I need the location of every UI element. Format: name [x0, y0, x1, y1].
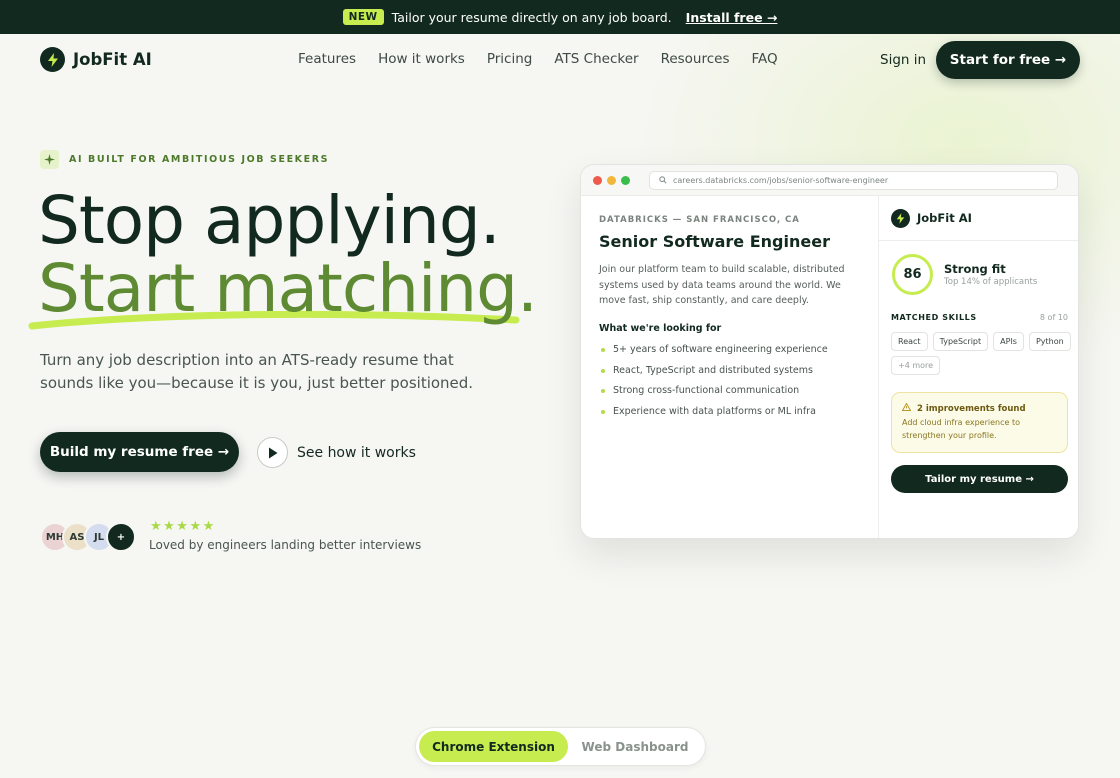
announcement-text: Tailor your resume directly on any job b…	[391, 9, 672, 25]
skills-count: 8 of 10	[1039, 313, 1068, 322]
improvements-body: Add cloud infra experience to strengthen…	[902, 418, 1020, 440]
nav-features[interactable]: Features	[298, 51, 356, 67]
sparkle-icon	[40, 150, 59, 169]
skill-chip: TypeScript	[932, 332, 989, 351]
skill-chips: React TypeScript APIs Python +4 more	[891, 332, 1071, 375]
nav-faq[interactable]: FAQ	[752, 51, 778, 67]
improvements-alert: 2 improvements found Add cloud infra exp…	[891, 392, 1068, 453]
tab-web-dashboard[interactable]: Web Dashboard	[568, 731, 702, 762]
nav-ats-checker[interactable]: ATS Checker	[554, 51, 638, 67]
skill-chip: React	[891, 332, 928, 351]
see-how-it-works-button[interactable]: See how it works	[257, 437, 416, 468]
close-dot	[593, 176, 602, 185]
fit-subtext: Top 14% of applicants	[944, 277, 1038, 287]
play-icon	[257, 437, 288, 468]
headline-line-2: Start matching.	[38, 250, 538, 327]
install-free-link[interactable]: Install free →	[686, 10, 778, 25]
list-item: Experience with data platforms or ML inf…	[601, 406, 828, 427]
user-avatars: MH AS JL +	[40, 522, 136, 552]
skill-chip: Python	[1028, 332, 1071, 351]
nav-how-it-works[interactable]: How it works	[378, 51, 465, 67]
address-bar[interactable]: careers.databricks.com/jobs/senior-softw…	[649, 171, 1058, 190]
more-users-avatar: +	[106, 522, 136, 552]
tailor-resume-button[interactable]: Tailor my resume →	[891, 465, 1068, 493]
maximize-dot	[621, 176, 630, 185]
skill-chip: APIs	[993, 332, 1024, 351]
eyebrow-text: AI BUILT FOR AMBITIOUS JOB SEEKERS	[69, 154, 330, 165]
social-proof-text: Loved by engineers landing better interv…	[149, 538, 422, 552]
brand-logo[interactable]: JobFit AI	[40, 47, 152, 72]
warning-icon	[901, 402, 912, 414]
nav-pricing[interactable]: Pricing	[487, 51, 533, 67]
lightning-icon	[891, 209, 910, 228]
build-resume-button[interactable]: Build my resume free →	[40, 432, 239, 472]
requirements-heading: What we're looking for	[599, 323, 722, 334]
more-skills-chip[interactable]: +4 more	[891, 356, 941, 375]
jobfit-extension-panel: JobFit AI 86 Strong fit Top 14% of appli…	[878, 196, 1078, 538]
main-nav: Features How it works Pricing ATS Checke…	[298, 51, 778, 67]
job-company: DATABRICKS — SAN FRANCISCO, CA	[599, 215, 800, 225]
sign-in-link[interactable]: Sign in	[880, 52, 926, 68]
nav-resources[interactable]: Resources	[661, 51, 730, 67]
rating-stars: ★★★★★	[150, 519, 216, 534]
browser-mockup: careers.databricks.com/jobs/senior-softw…	[580, 164, 1079, 539]
list-item: React, TypeScript and distributed system…	[601, 365, 828, 386]
browser-toolbar: careers.databricks.com/jobs/senior-softw…	[581, 165, 1078, 196]
site-header: JobFit AI Features How it works Pricing …	[0, 34, 1120, 86]
brand-name: JobFit AI	[73, 50, 152, 69]
improvements-title-text: 2 improvements found	[917, 403, 1026, 414]
skills-label: MATCHED SKILLS	[891, 313, 977, 322]
panel-brand: JobFit AI	[917, 211, 972, 225]
job-description: Join our platform team to build scalable…	[599, 264, 845, 306]
search-icon	[659, 175, 667, 186]
list-item: 5+ years of software engineering experie…	[601, 344, 828, 365]
headline-line-1: Stop applying.	[38, 182, 501, 259]
lightning-icon	[40, 47, 65, 72]
requirements-list: 5+ years of software engineering experie…	[601, 344, 828, 426]
tab-chrome-extension[interactable]: Chrome Extension	[419, 731, 568, 762]
job-title: Senior Software Engineer	[599, 232, 830, 251]
hero-eyebrow: AI BUILT FOR AMBITIOUS JOB SEEKERS	[40, 150, 329, 169]
start-free-button[interactable]: Start for free →	[936, 41, 1080, 79]
improvements-title: 2 improvements found	[901, 402, 1026, 414]
hero-subtitle: Turn any job description into an ATS-rea…	[40, 351, 474, 392]
job-posting: DATABRICKS — SAN FRANCISCO, CA Senior So…	[581, 196, 878, 538]
match-score: 86	[892, 254, 933, 295]
product-toggle: Chrome Extension Web Dashboard	[415, 727, 706, 766]
see-how-it-works-label: See how it works	[297, 444, 416, 461]
announcement-bar: NEW Tailor your resume directly on any j…	[0, 0, 1120, 34]
list-item: Strong cross-functional communication	[601, 385, 828, 406]
minimize-dot	[607, 176, 616, 185]
url-text: careers.databricks.com/jobs/senior-softw…	[673, 176, 889, 185]
fit-label: Strong fit	[944, 262, 1006, 276]
panel-header: JobFit AI	[879, 196, 1078, 241]
new-badge: NEW	[342, 9, 384, 25]
